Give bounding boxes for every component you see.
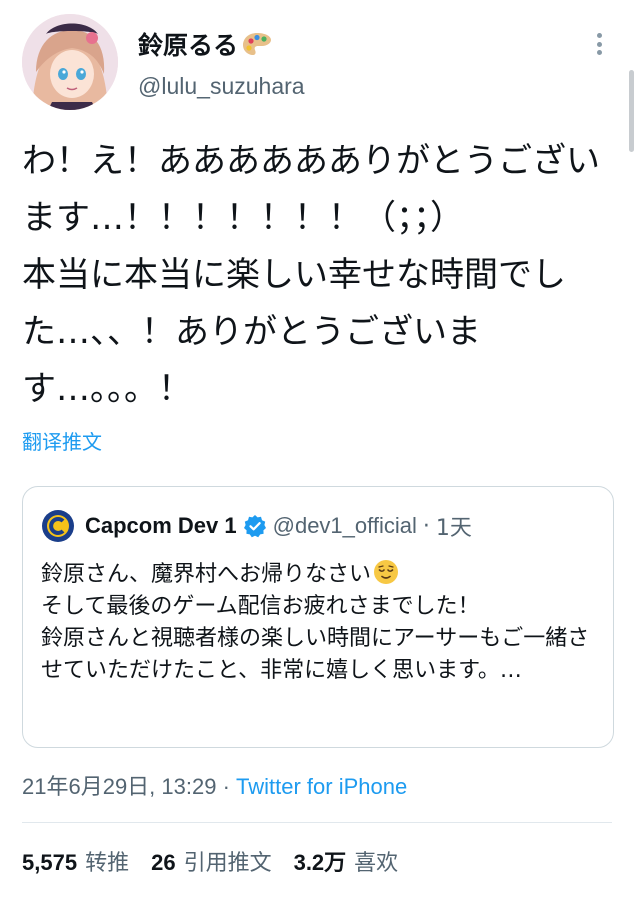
- likes-label: 喜欢: [354, 851, 399, 876]
- retweets-stat[interactable]: 5,575 转推: [22, 845, 129, 877]
- quoted-tweet-header: Capcom Dev 1 @dev1_official · 1天: [41, 509, 472, 543]
- quoted-tweet-card[interactable]: Capcom Dev 1 @dev1_official · 1天 鈴原さん、魔界…: [22, 486, 614, 748]
- tweet-meta: 21年6月29日, 13:29 · Twitter for iPhone: [22, 769, 407, 801]
- quoted-text-rest: そして最後のゲーム配信お疲れさまでした！ 鈴原さんと視聴者様の楽しい時間にアーサ…: [41, 594, 590, 683]
- quote-tweets-count: 26: [151, 850, 176, 875]
- quoted-author-handle: @dev1_official: [272, 513, 417, 538]
- retweets-count: 5,575: [22, 850, 78, 875]
- quote-tweets-stat[interactable]: 26 引用推文: [151, 845, 272, 877]
- relieved-face-emoji-icon: [374, 560, 399, 584]
- tweet-source-link[interactable]: Twitter for iPhone: [236, 774, 407, 799]
- capcom-logo-icon: [42, 510, 74, 542]
- translate-tweet-link[interactable]: 翻译推文: [22, 426, 102, 455]
- likes-count: 3.2万: [293, 850, 347, 875]
- more-options-icon[interactable]: [588, 30, 610, 58]
- display-name[interactable]: 鈴原るる: [138, 26, 238, 62]
- tweet-text: わ！え！あああああありがとうございます…！！！！！！！（；；） 本当に本当に楽し…: [22, 141, 600, 409]
- quoted-tweet-time: 1天: [435, 516, 472, 541]
- author-handle[interactable]: @lulu_suzuhara: [138, 73, 305, 100]
- tweet-detail-page: 鈴原るる @lulu_suzuhara わ！え！あああああありがとうございます……: [0, 0, 634, 900]
- divider: [22, 822, 612, 823]
- verified-badge-icon: [243, 515, 266, 538]
- separator-dot: ·: [422, 513, 430, 539]
- display-name-row[interactable]: 鈴原るる: [138, 26, 272, 62]
- likes-stat[interactable]: 3.2万 喜欢: [294, 845, 399, 877]
- retweets-label: 转推: [85, 851, 130, 876]
- palette-icon: [243, 33, 272, 55]
- avatar[interactable]: [22, 14, 118, 110]
- engagement-stats: 5,575 转推 26 引用推文 3.2万 喜欢: [22, 845, 420, 877]
- quoted-tweet-text: 鈴原さん、魔界村へお帰りなさい そして最後のゲーム配信お疲れさまでした！ 鈴原さ…: [41, 559, 601, 687]
- scrollbar-thumb[interactable]: [629, 70, 634, 152]
- meta-separator: ·: [216, 774, 237, 799]
- avatar-image: [22, 14, 118, 110]
- quoted-author-name: Capcom Dev 1: [85, 513, 237, 538]
- tweet-timestamp[interactable]: 21年6月29日, 13:29: [22, 774, 216, 799]
- quote-tweets-label: 引用推文: [183, 851, 272, 876]
- quoted-text-start: 鈴原さん、魔界村へお帰りなさい: [41, 562, 372, 587]
